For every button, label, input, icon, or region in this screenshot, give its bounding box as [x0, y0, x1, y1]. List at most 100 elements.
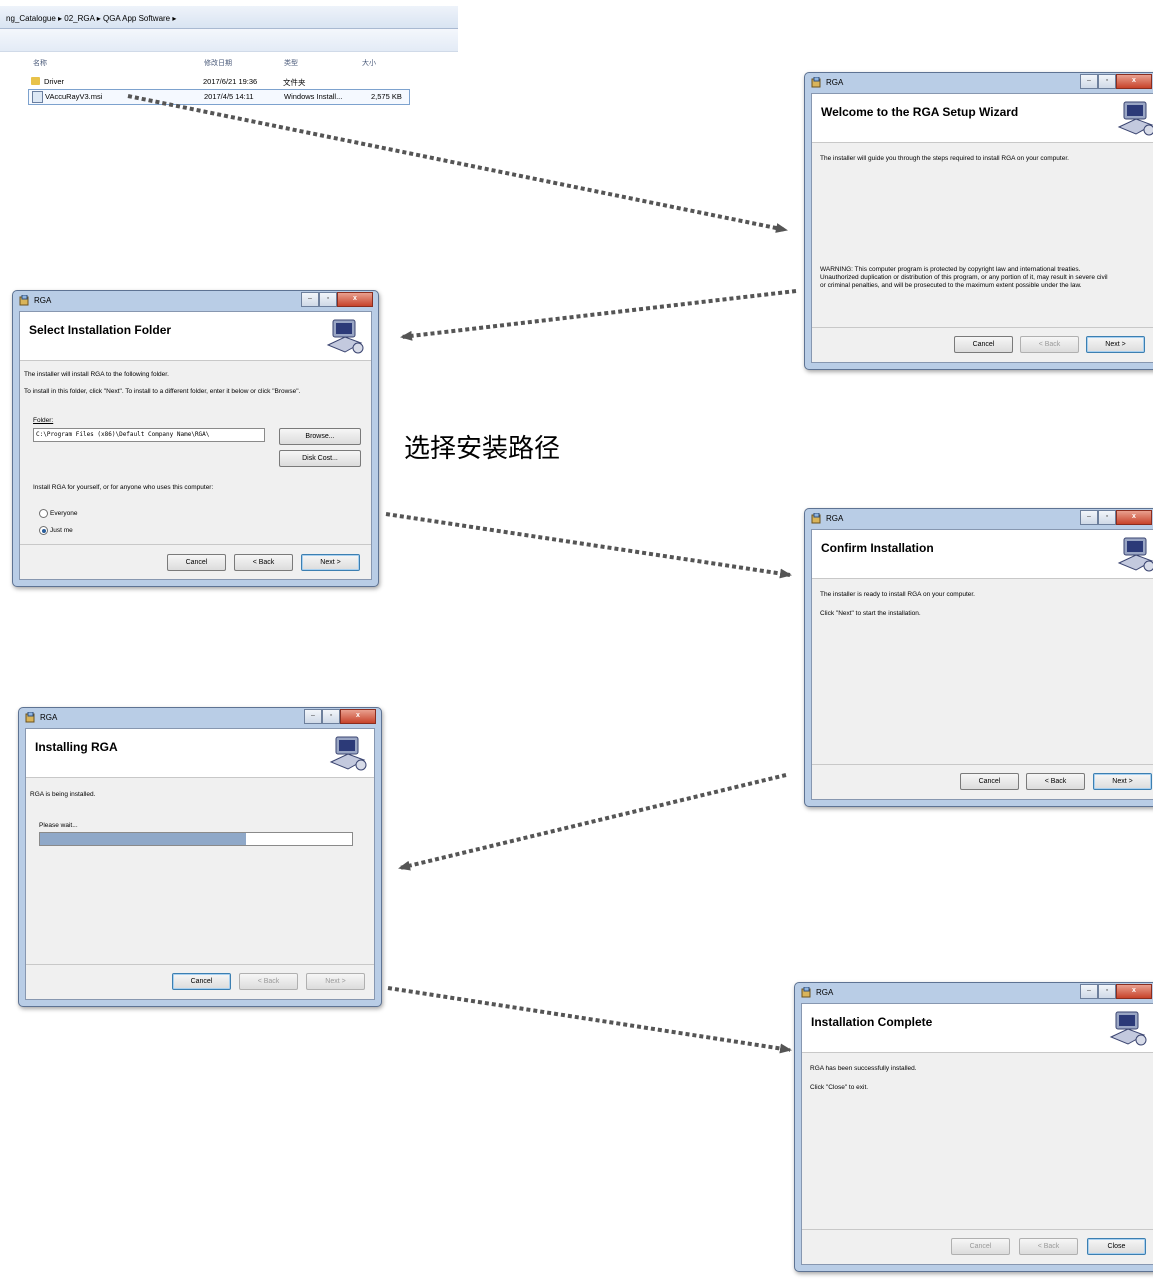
- installer-icon: [811, 77, 821, 88]
- close-button[interactable]: x: [1116, 510, 1152, 525]
- maximize-button[interactable]: ▫: [1098, 74, 1116, 89]
- computer-icon: [1117, 537, 1153, 572]
- dialog-heading: Select Installation Folder: [29, 323, 172, 337]
- installer-icon: [811, 513, 821, 524]
- cancel-button[interactable]: Cancel: [167, 554, 226, 571]
- intro-text: The installer will guide you through the…: [820, 155, 1069, 162]
- folder-label: Folder:: [33, 417, 54, 424]
- minimize-button[interactable]: –: [1080, 984, 1098, 999]
- status-text: RGA is being installed.: [30, 791, 96, 798]
- arrow-folder-to-confirm: [385, 512, 792, 579]
- install-scope-label: Install RGA for yourself, or for anyone …: [33, 484, 214, 491]
- arrow-confirm-to-installing: [398, 773, 787, 871]
- confirm-dialog: RGA – ▫ x Confirm Installation The insta…: [804, 508, 1153, 807]
- radio-everyone[interactable]: [39, 509, 48, 518]
- dialog-client: Select Installation Folder The installer…: [19, 311, 372, 580]
- welcome-dialog: RGA – ▫ x Welcome to the RGA Setup Wizar…: [804, 72, 1153, 370]
- window-title: RGA: [826, 514, 844, 523]
- browse-button[interactable]: Browse...: [279, 428, 361, 445]
- title-bar[interactable]: RGA – ▫ x: [19, 708, 381, 728]
- minimize-button[interactable]: –: [1080, 74, 1098, 89]
- cancel-button[interactable]: Cancel: [954, 336, 1013, 353]
- computer-icon: [1117, 101, 1153, 136]
- cancel-button[interactable]: Cancel: [951, 1238, 1010, 1255]
- back-button[interactable]: < Back: [1019, 1238, 1078, 1255]
- dialog-heading: Confirm Installation: [821, 541, 934, 555]
- back-button[interactable]: < Back: [1026, 773, 1085, 790]
- disk-cost-button[interactable]: Disk Cost...: [279, 450, 361, 467]
- radio-everyone-label[interactable]: Everyone: [50, 510, 77, 517]
- info-text: Click "Next" to start the installation.: [820, 610, 921, 617]
- button-row: Cancel < Back Next >: [20, 544, 371, 579]
- info-text: RGA has been successfully installed.: [810, 1065, 917, 1072]
- dialog-heading: Welcome to the RGA Setup Wizard: [821, 105, 1019, 119]
- next-button[interactable]: Next >: [1086, 336, 1145, 353]
- folder-path-input[interactable]: C:\Program Files (x86)\Default Company N…: [33, 428, 265, 442]
- back-button[interactable]: < Back: [239, 973, 298, 990]
- warning-text: or criminal penalties, and will be prose…: [820, 282, 1082, 289]
- dialog-client: Installation Complete RGA has been succe…: [801, 1003, 1153, 1265]
- maximize-button[interactable]: ▫: [319, 292, 337, 307]
- info-text: The installer will install RGA to the fo…: [24, 371, 169, 378]
- banner: Installing RGA: [26, 729, 374, 778]
- dialog-client: Installing RGA RGA is being installed. P…: [25, 728, 375, 1000]
- title-bar[interactable]: RGA – ▫ x: [13, 291, 378, 311]
- info-text: Click "Close" to exit.: [810, 1084, 869, 1091]
- title-bar[interactable]: RGA – ▫ x: [805, 73, 1153, 93]
- maximize-button[interactable]: ▫: [322, 709, 340, 724]
- arrow-welcome-to-folder: [400, 289, 797, 341]
- back-button[interactable]: < Back: [234, 554, 293, 571]
- arrow-installing-to-complete: [387, 986, 792, 1054]
- computer-icon: [326, 319, 364, 354]
- cancel-button[interactable]: Cancel: [172, 973, 231, 990]
- banner: Welcome to the RGA Setup Wizard: [812, 94, 1153, 143]
- select-folder-dialog: RGA – ▫ x Select Installation Folder The…: [12, 290, 379, 587]
- button-row: Cancel < Back Next >: [812, 327, 1153, 362]
- title-bar[interactable]: RGA – ▫ x: [805, 509, 1153, 529]
- banner: Installation Complete: [802, 1004, 1153, 1053]
- dialog-client: Confirm Installation The installer is re…: [811, 529, 1153, 800]
- minimize-button[interactable]: –: [304, 709, 322, 724]
- computer-icon: [1109, 1011, 1147, 1046]
- dialog-heading: Installing RGA: [35, 740, 118, 754]
- next-button[interactable]: Next >: [306, 973, 365, 990]
- close-button[interactable]: x: [337, 292, 373, 307]
- back-button[interactable]: < Back: [1020, 336, 1079, 353]
- minimize-button[interactable]: –: [301, 292, 319, 307]
- maximize-button[interactable]: ▫: [1098, 984, 1116, 999]
- minimize-button[interactable]: –: [1080, 510, 1098, 525]
- annotation-choose-path: 选择安装路径: [404, 434, 561, 464]
- close-dialog-button[interactable]: Close: [1087, 1238, 1146, 1255]
- info-text: To install in this folder, click "Next".…: [24, 388, 301, 395]
- button-row: Cancel < Back Next >: [812, 764, 1153, 799]
- please-wait-label: Please wait...: [39, 822, 78, 829]
- arrow-msi-to-welcome: [127, 94, 788, 233]
- complete-dialog: RGA – ▫ x Installation Complete RGA has …: [794, 982, 1153, 1272]
- button-row: Cancel < Back Close: [802, 1229, 1153, 1264]
- window-title: RGA: [826, 78, 844, 87]
- warning-text: Unauthorized duplication or distribution…: [820, 274, 1108, 281]
- button-row: Cancel < Back Next >: [26, 964, 374, 999]
- close-button[interactable]: x: [1116, 74, 1152, 89]
- radio-just-me-label[interactable]: Just me: [50, 527, 73, 534]
- next-button[interactable]: Next >: [301, 554, 360, 571]
- banner: Select Installation Folder: [20, 312, 371, 361]
- maximize-button[interactable]: ▫: [1098, 510, 1116, 525]
- window-title: RGA: [40, 713, 58, 722]
- install-progress-bar: [39, 832, 353, 846]
- installer-icon: [801, 987, 811, 998]
- cancel-button[interactable]: Cancel: [960, 773, 1019, 790]
- close-button[interactable]: x: [1116, 984, 1152, 999]
- close-button[interactable]: x: [340, 709, 376, 724]
- warning-text: WARNING: This computer program is protec…: [820, 266, 1081, 273]
- installing-dialog: RGA – ▫ x Installing RGA RGA is being in…: [18, 707, 382, 1007]
- window-title: RGA: [34, 296, 52, 305]
- installer-icon: [25, 712, 35, 723]
- radio-just-me[interactable]: [39, 526, 48, 535]
- next-button[interactable]: Next >: [1093, 773, 1152, 790]
- installer-icon: [19, 295, 29, 306]
- info-text: The installer is ready to install RGA on…: [820, 591, 975, 598]
- dialog-client: Welcome to the RGA Setup Wizard The inst…: [811, 93, 1153, 363]
- progress-fill: [40, 833, 246, 845]
- title-bar[interactable]: RGA – ▫ x: [795, 983, 1153, 1003]
